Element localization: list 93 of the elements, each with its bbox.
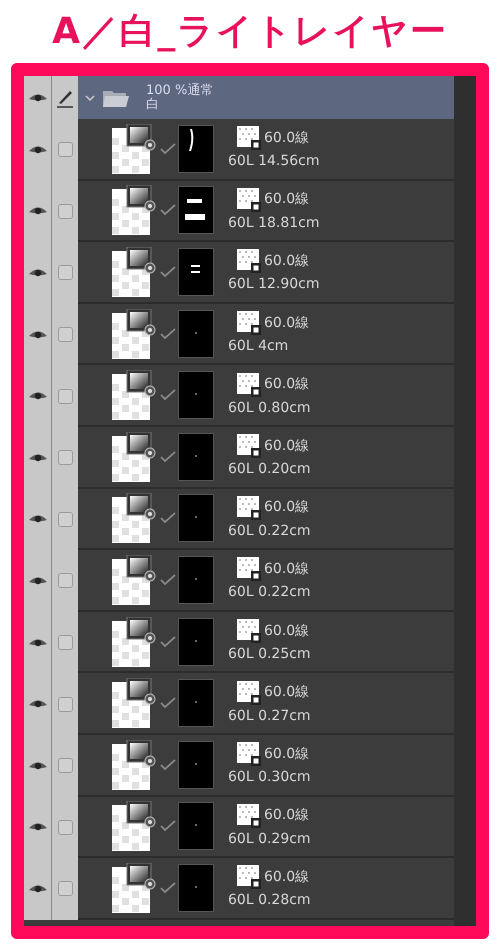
layer-info: 60.0線 [264, 683, 310, 702]
layer-name: 60L 0.30cm [228, 768, 311, 788]
layer-name: 60L 0.80cm [228, 398, 311, 418]
layer-thumbnail [112, 185, 158, 236]
checkbox[interactable] [58, 512, 72, 527]
material-icon [236, 248, 262, 274]
eye-icon[interactable] [28, 452, 48, 464]
material-icon [236, 125, 262, 152]
layer-thumbnail [112, 678, 158, 728]
layer-info: 60.0線 [264, 314, 310, 333]
layer-thumbnail [112, 740, 158, 790]
layer-info: 60.0線 [264, 806, 310, 826]
checkbox[interactable] [58, 142, 72, 158]
layer-thumbnail [112, 554, 158, 605]
eye-icon[interactable] [28, 636, 48, 649]
checkbox[interactable] [58, 696, 72, 712]
scrollbar-track[interactable] [454, 76, 476, 926]
eye-icon[interactable] [28, 92, 48, 104]
material-icon [236, 680, 262, 706]
layer-row[interactable]: 60.0線 60L 0.30cm [24, 734, 454, 797]
layer-thumbnail [112, 862, 158, 913]
material-icon [236, 802, 262, 829]
material-icon [236, 618, 262, 644]
layer-thumbnail [112, 246, 158, 297]
layer-name: 60L 18.81cm [228, 214, 320, 233]
material-icon [236, 310, 262, 336]
layer-row[interactable]: 60.0線 60L 0.22cm [24, 488, 454, 550]
material-icon [236, 864, 262, 890]
layer-row[interactable]: 60.0線 60L 0.28cm [24, 858, 454, 920]
layer-name: 60L 0.27cm [228, 706, 311, 726]
material-icon [236, 494, 262, 521]
layer-thumbnail [112, 308, 158, 359]
layer-thumbnail [112, 432, 158, 482]
layer-name: 60L 0.25cm [228, 645, 311, 664]
layer-info: 60.0線 [264, 128, 310, 148]
eye-icon[interactable] [28, 328, 48, 341]
layer-info: 60.0線 [264, 868, 310, 887]
checkbox[interactable] [58, 265, 72, 280]
layer-row[interactable]: 60.0線 60L 0.80cm [24, 365, 454, 427]
layer-thumbnail [112, 801, 158, 852]
layer-row[interactable]: 60.0線 60L 0.27cm [24, 673, 454, 735]
checkbox[interactable] [58, 450, 72, 466]
layer-row[interactable]: 60.0線 60L 0.29cm [24, 796, 454, 858]
eye-icon[interactable] [28, 760, 48, 772]
chevron-icon[interactable] [84, 92, 96, 102]
layer-info: 60.0線 [264, 375, 310, 394]
eye-icon[interactable] [28, 882, 48, 895]
eye-icon[interactable] [28, 574, 48, 587]
checkbox[interactable] [58, 820, 72, 835]
material-icon [236, 741, 262, 768]
layer-name: 60L 0.28cm [228, 891, 311, 910]
layer-info: 60.0線 [264, 498, 310, 518]
material-icon [236, 372, 262, 398]
layer-row[interactable]: 60.0線 60L 0.25cm [24, 612, 454, 674]
layer-row[interactable]: 60.0線 60L 12.90cm [24, 242, 454, 304]
folder-blend-mode: 100 %通常 [146, 84, 214, 98]
layer-info: 60.0線 [264, 744, 310, 764]
checkbox[interactable] [58, 635, 72, 650]
checkbox[interactable] [58, 881, 72, 896]
eye-icon[interactable] [28, 266, 48, 279]
layer-row[interactable]: 60.0線 60L 0.22cm [24, 550, 454, 612]
layer-name: 60L 0.22cm [228, 583, 311, 602]
layer-thumbnail [112, 124, 158, 174]
layer-row[interactable]: 60.0線 60L 18.81cm [24, 180, 454, 242]
layer-info: 60.0線 [264, 622, 310, 641]
layer-info: 60.0線 [264, 190, 310, 210]
checkbox[interactable] [58, 327, 72, 342]
layer-thumbnail [112, 370, 158, 420]
checkbox[interactable] [58, 388, 72, 404]
checkbox[interactable] [58, 573, 72, 588]
eye-icon[interactable] [28, 144, 48, 156]
layer-name: 60L 0.20cm [228, 460, 311, 480]
checkbox[interactable] [58, 204, 72, 219]
page-title: A／白_ライトレイヤー [52, 10, 448, 54]
material-icon [236, 556, 262, 582]
layer-row[interactable]: 60.0線 60L 0.20cm [24, 426, 454, 489]
layer-thumbnail [112, 616, 158, 667]
layer-info: 60.0線 [264, 560, 310, 579]
layer-name: 60L 0.22cm [228, 522, 311, 541]
layer-row[interactable]: 60.0線 60L 14.56cm [24, 119, 454, 181]
layer-info: 60.0線 [264, 252, 310, 271]
folder-row[interactable]: 100 %通常 白 [24, 76, 454, 119]
material-icon [236, 433, 262, 460]
layer-info: 60.0線 [264, 436, 310, 456]
material-icon [236, 186, 262, 213]
layer-row[interactable]: 60.0線 60L 4cm [24, 304, 454, 366]
folder-name: 白 [146, 98, 160, 112]
layer-name: 60L 0.29cm [228, 830, 311, 849]
layer-name: 60L 14.56cm [228, 152, 320, 172]
checkbox[interactable] [58, 758, 72, 774]
layer-name: 60L 4cm [228, 337, 290, 356]
layer-name: 60L 12.90cm [228, 275, 320, 294]
layer-thumbnail [112, 493, 158, 544]
